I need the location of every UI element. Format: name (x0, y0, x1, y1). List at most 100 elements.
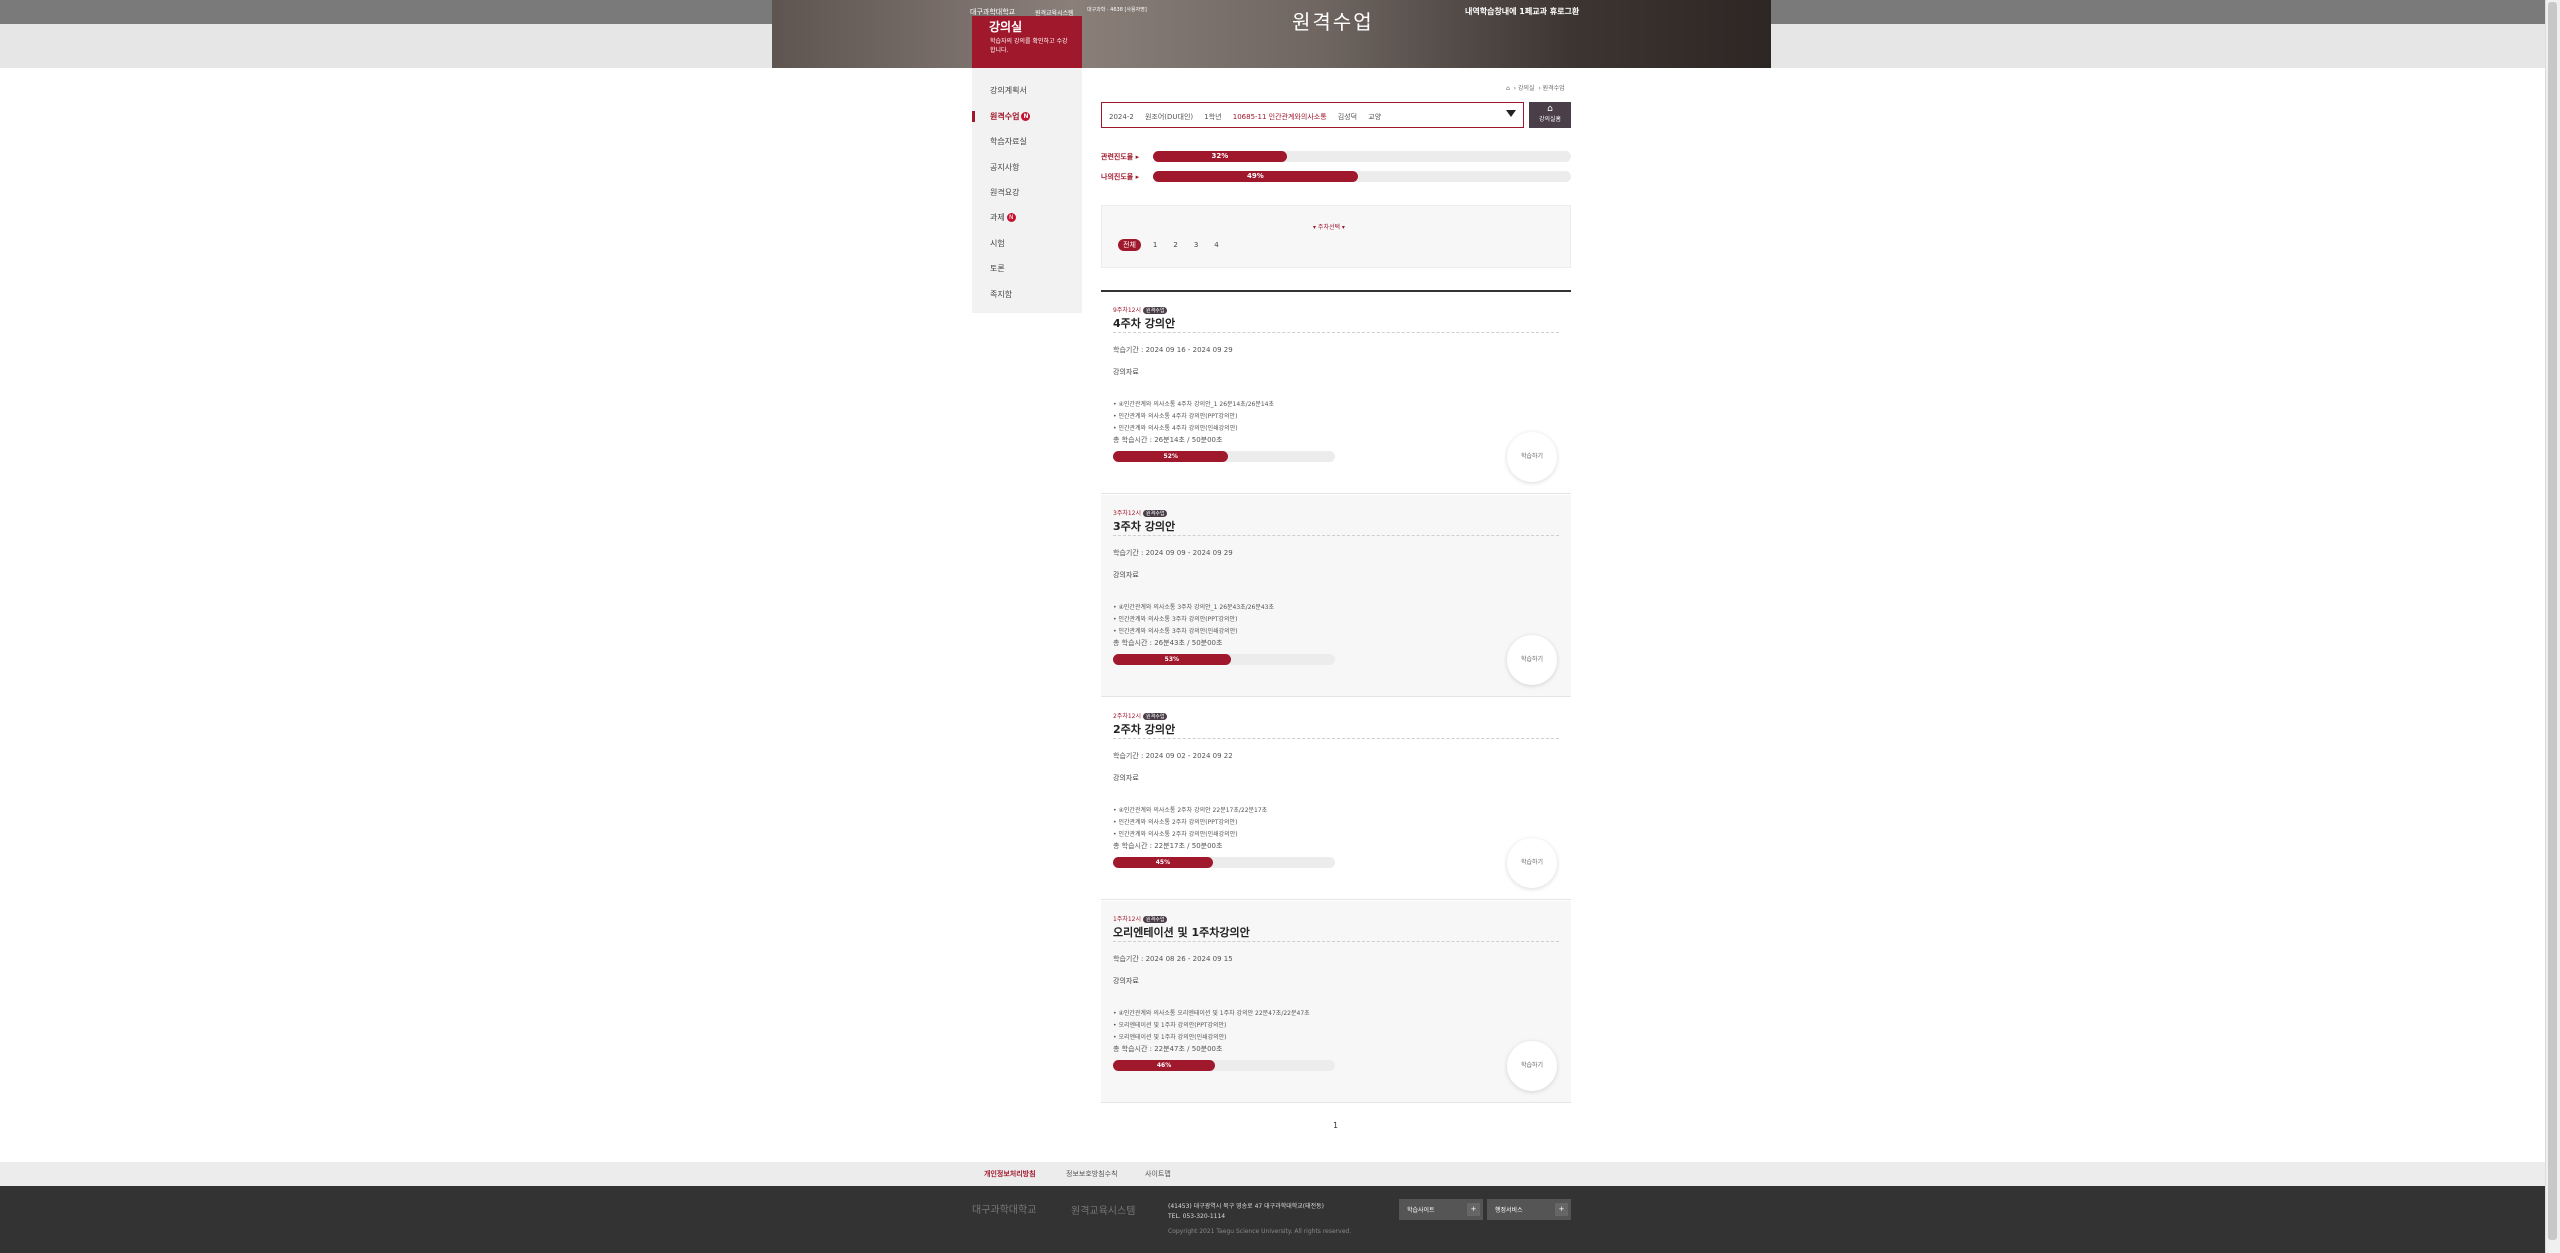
week-progress-track: 46% (1113, 1060, 1335, 1071)
week-progress-fill: 52% (1113, 451, 1229, 462)
study-button[interactable]: 학습하기 (1507, 635, 1557, 685)
breadcrumb: ⌂ › 강의실 › 원격수업 (1506, 85, 1565, 92)
new-badge: N (1021, 112, 1031, 121)
copyright: Copyright 2021 Taegu Science University.… (1168, 1228, 1352, 1235)
total-study-time: 총 학습시간 : 22분47초 / 50분00초 (1113, 1045, 1223, 1053)
course-dept: 원조어(DU대인) (1144, 113, 1194, 121)
week-chip-list: 전체 1 2 3 4 (1118, 239, 1235, 251)
week-progress-fill: 45% (1113, 857, 1213, 868)
material-item[interactable]: • ④인간관계와 의사소통 4주차 강의안_1 26분14초/26분14초 (1113, 399, 1274, 408)
week-chip-3[interactable]: 3 (1194, 241, 1198, 249)
materials-label: 강의자료 (1113, 368, 1139, 376)
sidebar-item-exam[interactable]: 시험 (990, 238, 1005, 249)
notice-text: 내역학습창내에 1페교과 휴로그환 (1465, 7, 1580, 16)
week-selector (1101, 205, 1571, 268)
dashed-divider (1113, 535, 1559, 536)
week-block: 9주차12시 원격수업 4주차 강의안 학습기간 : 2024 09 16 - 2… (1101, 292, 1571, 494)
week-title: 4주차 강의안 (1113, 317, 1176, 330)
sidebar-item-inbox[interactable]: 족지함 (990, 289, 1012, 300)
week-progress-track: 53% (1113, 654, 1335, 665)
scrollbar-thumb[interactable] (2548, 2, 2557, 1240)
sidebar-item-label: 토론 (990, 264, 1005, 273)
sidebar-item-guide[interactable]: 원격요강 (990, 187, 1019, 198)
total-study-time: 총 학습시간 : 22분17초 / 50분00초 (1113, 842, 1223, 850)
week-date: 3주차12시 원격수업 (1113, 508, 1168, 517)
material-item[interactable]: • 인간관계와 의사소통 4주차 강의안(PPT강의안) (1113, 411, 1237, 420)
week-block: 1주차12시 원격수업 오리엔테이션 및 1주차강의안 학습기간 : 2024 0… (1101, 901, 1571, 1103)
attendance-progress-track: 32% (1153, 151, 1571, 162)
sidebar-item-label: 과제 (990, 213, 1005, 222)
material-item[interactable]: • 인간관계와 의사소통 2주차 강의안(PPT강의안) (1113, 817, 1237, 826)
week-chip-4[interactable]: 4 (1214, 241, 1218, 249)
new-badge: N (1006, 213, 1016, 222)
week-block: 2주차12시 원격수업 2주차 강의안 학습기간 : 2024 09 02 - 2… (1101, 698, 1571, 900)
material-item[interactable]: • ④인간관계와 의사소통 오리엔테이션 및 1주차 강의안 22분47초/22… (1113, 1008, 1310, 1017)
footer-links-bar (0, 1162, 2545, 1186)
week-tag: 원격수업 (1143, 713, 1168, 720)
sitemap-link[interactable]: 사이트맵 (1145, 1169, 1171, 1179)
week-period: 학습기간 : 2024 09 16 - 2024 09 29 (1113, 346, 1233, 354)
lecture-room-home-button[interactable]: ⌂ 강의실홈 (1529, 102, 1571, 128)
attendance-progress-label: 관련진도율 ▸ (1101, 153, 1140, 161)
material-item[interactable]: • ④인간관계와 의사소통 3주차 강의안_1 26분43초/26분43초 (1113, 602, 1274, 611)
tel-text: TEL. 053-320-1114 (1168, 1213, 1226, 1220)
admin-service-select[interactable]: 행정서비스 + (1487, 1199, 1571, 1220)
dashed-divider (1113, 941, 1559, 942)
total-study-time: 총 학습시간 : 26분43초 / 50분00초 (1113, 639, 1223, 647)
course-year: 1학년 (1204, 113, 1222, 121)
plus-icon: + (1467, 1203, 1480, 1216)
my-progress-track: 49% (1153, 171, 1571, 182)
privacy-policy-link[interactable]: 개인정보처리방침 (984, 1169, 1036, 1179)
security-policy-link[interactable]: 정보보호방침수칙 (1066, 1169, 1118, 1179)
course-select-value: 2024-2 원조어(DU대인) 1학년 10685-11 인간관계와의사소통 … (1109, 112, 1381, 122)
study-site-select[interactable]: 학습사이트 + (1399, 1199, 1483, 1220)
course-term: 2024-2 (1109, 113, 1134, 121)
footer-system-logo: 원격교육시스템 (1071, 1206, 1136, 1217)
materials-label: 강의자료 (1113, 977, 1139, 985)
study-button[interactable]: 학습하기 (1507, 1041, 1557, 1091)
sidebar-item-label: 원격수업 (990, 112, 1020, 121)
material-item[interactable]: • 인간관계와 의사소통 3주차 강의안(PPT강의안) (1113, 614, 1237, 623)
pagination-page[interactable]: 1 (1333, 1121, 1338, 1130)
sidebar-item-syllabus[interactable]: 강의계획서 (990, 85, 1027, 96)
lecture-room-desc: 학습자의 강의를 확인하고 수강합니다. (990, 38, 1068, 54)
week-chip-all[interactable]: 전체 (1118, 239, 1141, 251)
week-title: 2주차 강의안 (1113, 723, 1176, 736)
home-icon[interactable]: ⌂ (1506, 85, 1510, 92)
material-item[interactable]: • 인간관계와 의사소통 2주차 강의안(인쇄강의안) (1113, 829, 1238, 838)
sidebar-item-label: 족지함 (990, 290, 1013, 299)
week-chip-1[interactable]: 1 (1153, 241, 1157, 249)
sidebar-item-discussion[interactable]: 토론 (990, 263, 1005, 274)
sidebar-item-label: 강의계획서 (990, 86, 1027, 95)
sidebar-item-label: 원격요강 (990, 188, 1020, 197)
week-select-toggle[interactable]: ▾ 주차선택 ▾ (1313, 222, 1345, 231)
material-item[interactable]: • 오리엔테이션 및 1주차 강의안(인쇄강의안) (1113, 1032, 1227, 1041)
study-site-label: 학습사이트 (1407, 1207, 1435, 1214)
study-button[interactable]: 학습하기 (1507, 838, 1557, 888)
sidebar-item-assignment[interactable]: 과제 N (990, 212, 1016, 223)
breadcrumb-item[interactable]: 강의실 (1518, 85, 1535, 92)
chevron-down-icon[interactable] (1506, 110, 1516, 117)
material-item[interactable]: • 인간관계와 의사소통 4주차 강의안(인쇄강의안) (1113, 423, 1238, 432)
sidebar-item-notice[interactable]: 공지사항 (990, 162, 1019, 173)
sidebar-item-label: 시험 (990, 239, 1005, 248)
sidebar-item-label: 공지사항 (990, 163, 1020, 172)
breadcrumb-item: 원격수업 (1542, 85, 1565, 92)
total-study-time: 총 학습시간 : 26분14초 / 50분00초 (1113, 436, 1223, 444)
material-item[interactable]: • 인간관계와 의사소통 3주차 강의안(인쇄강의안) (1113, 626, 1238, 635)
user-info: 대구과학 · 4638 [사용자명] (1087, 7, 1147, 13)
address-text: (41453) 대구광역시 북구 영송로 47 대구과학대학교(태전동) (1168, 1203, 1325, 1210)
plus-icon: + (1555, 1203, 1568, 1216)
week-title: 오리엔테이션 및 1주차강의안 (1113, 926, 1250, 939)
material-item[interactable]: • 오리엔테이션 및 1주차 강의안(PPT강의안) (1113, 1020, 1226, 1029)
my-progress-fill: 49% (1153, 171, 1358, 182)
week-select-label: 주차선택 (1317, 224, 1341, 231)
attendance-progress-fill: 32% (1153, 151, 1287, 162)
sidebar-item-materials[interactable]: 학습자료실 (990, 136, 1027, 147)
sidebar-item-remote-class[interactable]: 원격수업 N (990, 111, 1031, 122)
week-chip-2[interactable]: 2 (1173, 241, 1177, 249)
week-date: 1주차12시 원격수업 (1113, 914, 1168, 923)
material-item[interactable]: • ④인간관계와 의사소통 2주차 강의안 22분17초/22분17초 (1113, 805, 1267, 814)
study-button[interactable]: 학습하기 (1507, 432, 1557, 482)
week-tag: 원격수업 (1143, 510, 1168, 517)
